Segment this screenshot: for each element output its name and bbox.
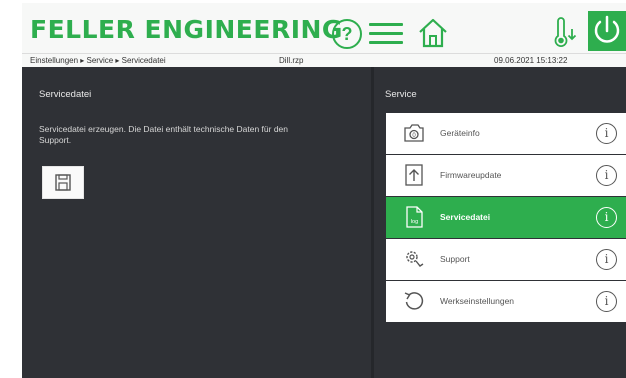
left-panel-title: Servicedatei — [39, 89, 92, 100]
save-icon — [55, 174, 71, 191]
service-item-label: Support — [440, 254, 470, 264]
reset-icon — [404, 292, 424, 310]
service-item-geraeteinfo[interactable]: 0 Geräteinfo i — [386, 113, 626, 154]
info-icon[interactable]: i — [596, 207, 617, 228]
svg-text:log: log — [411, 219, 418, 225]
info-icon[interactable]: i — [596, 291, 617, 312]
divider — [371, 67, 374, 378]
service-list: 0 Geräteinfo i Firmwareupdate i log Serv… — [386, 113, 626, 323]
service-item-firmwareupdate[interactable]: Firmwareupdate i — [386, 155, 626, 196]
status-bar: Einstellungen ▸ Service ▸ Servicedatei D… — [22, 53, 626, 67]
screen: FELLER ENGINEERING ? Einstellungen ▸ Ser… — [22, 3, 626, 378]
home-icon[interactable] — [417, 17, 449, 49]
support-gear-icon — [406, 251, 424, 267]
description-text: Servicedatei erzeugen. Die Datei enthält… — [39, 124, 289, 145]
right-panel-title: Service — [385, 89, 417, 100]
header: FELLER ENGINEERING ? Einstellungen ▸ Ser… — [22, 3, 626, 67]
service-item-werkseinstellungen[interactable]: Werkseinstellungen i — [386, 281, 626, 322]
breadcrumb[interactable]: Einstellungen ▸ Service ▸ Servicedatei — [30, 56, 166, 65]
filename: Dill.rzp — [279, 56, 304, 65]
service-item-label: Servicedatei — [440, 212, 491, 222]
service-item-label: Geräteinfo — [440, 128, 480, 138]
service-item-label: Werkseinstellungen — [440, 296, 515, 306]
service-item-servicedatei[interactable]: log Servicedatei i — [386, 197, 626, 238]
log-file-icon: log — [406, 206, 423, 228]
power-icon — [594, 15, 620, 43]
upload-icon — [405, 164, 423, 186]
info-icon[interactable]: i — [596, 165, 617, 186]
help-icon[interactable]: ? — [332, 19, 362, 49]
datetime: 09.06.2021 15:13:22 — [494, 56, 568, 65]
info-icon[interactable]: i — [596, 123, 617, 144]
power-button[interactable] — [588, 11, 626, 51]
service-item-support[interactable]: Support i — [386, 239, 626, 280]
info-icon[interactable]: i — [596, 249, 617, 270]
logo: FELLER ENGINEERING — [30, 15, 343, 44]
thermometer-icon[interactable] — [550, 17, 580, 49]
camera-icon: 0 — [404, 124, 424, 142]
menu-icon[interactable] — [369, 21, 403, 47]
service-item-label: Firmwareupdate — [440, 170, 502, 180]
save-button[interactable] — [42, 166, 84, 199]
